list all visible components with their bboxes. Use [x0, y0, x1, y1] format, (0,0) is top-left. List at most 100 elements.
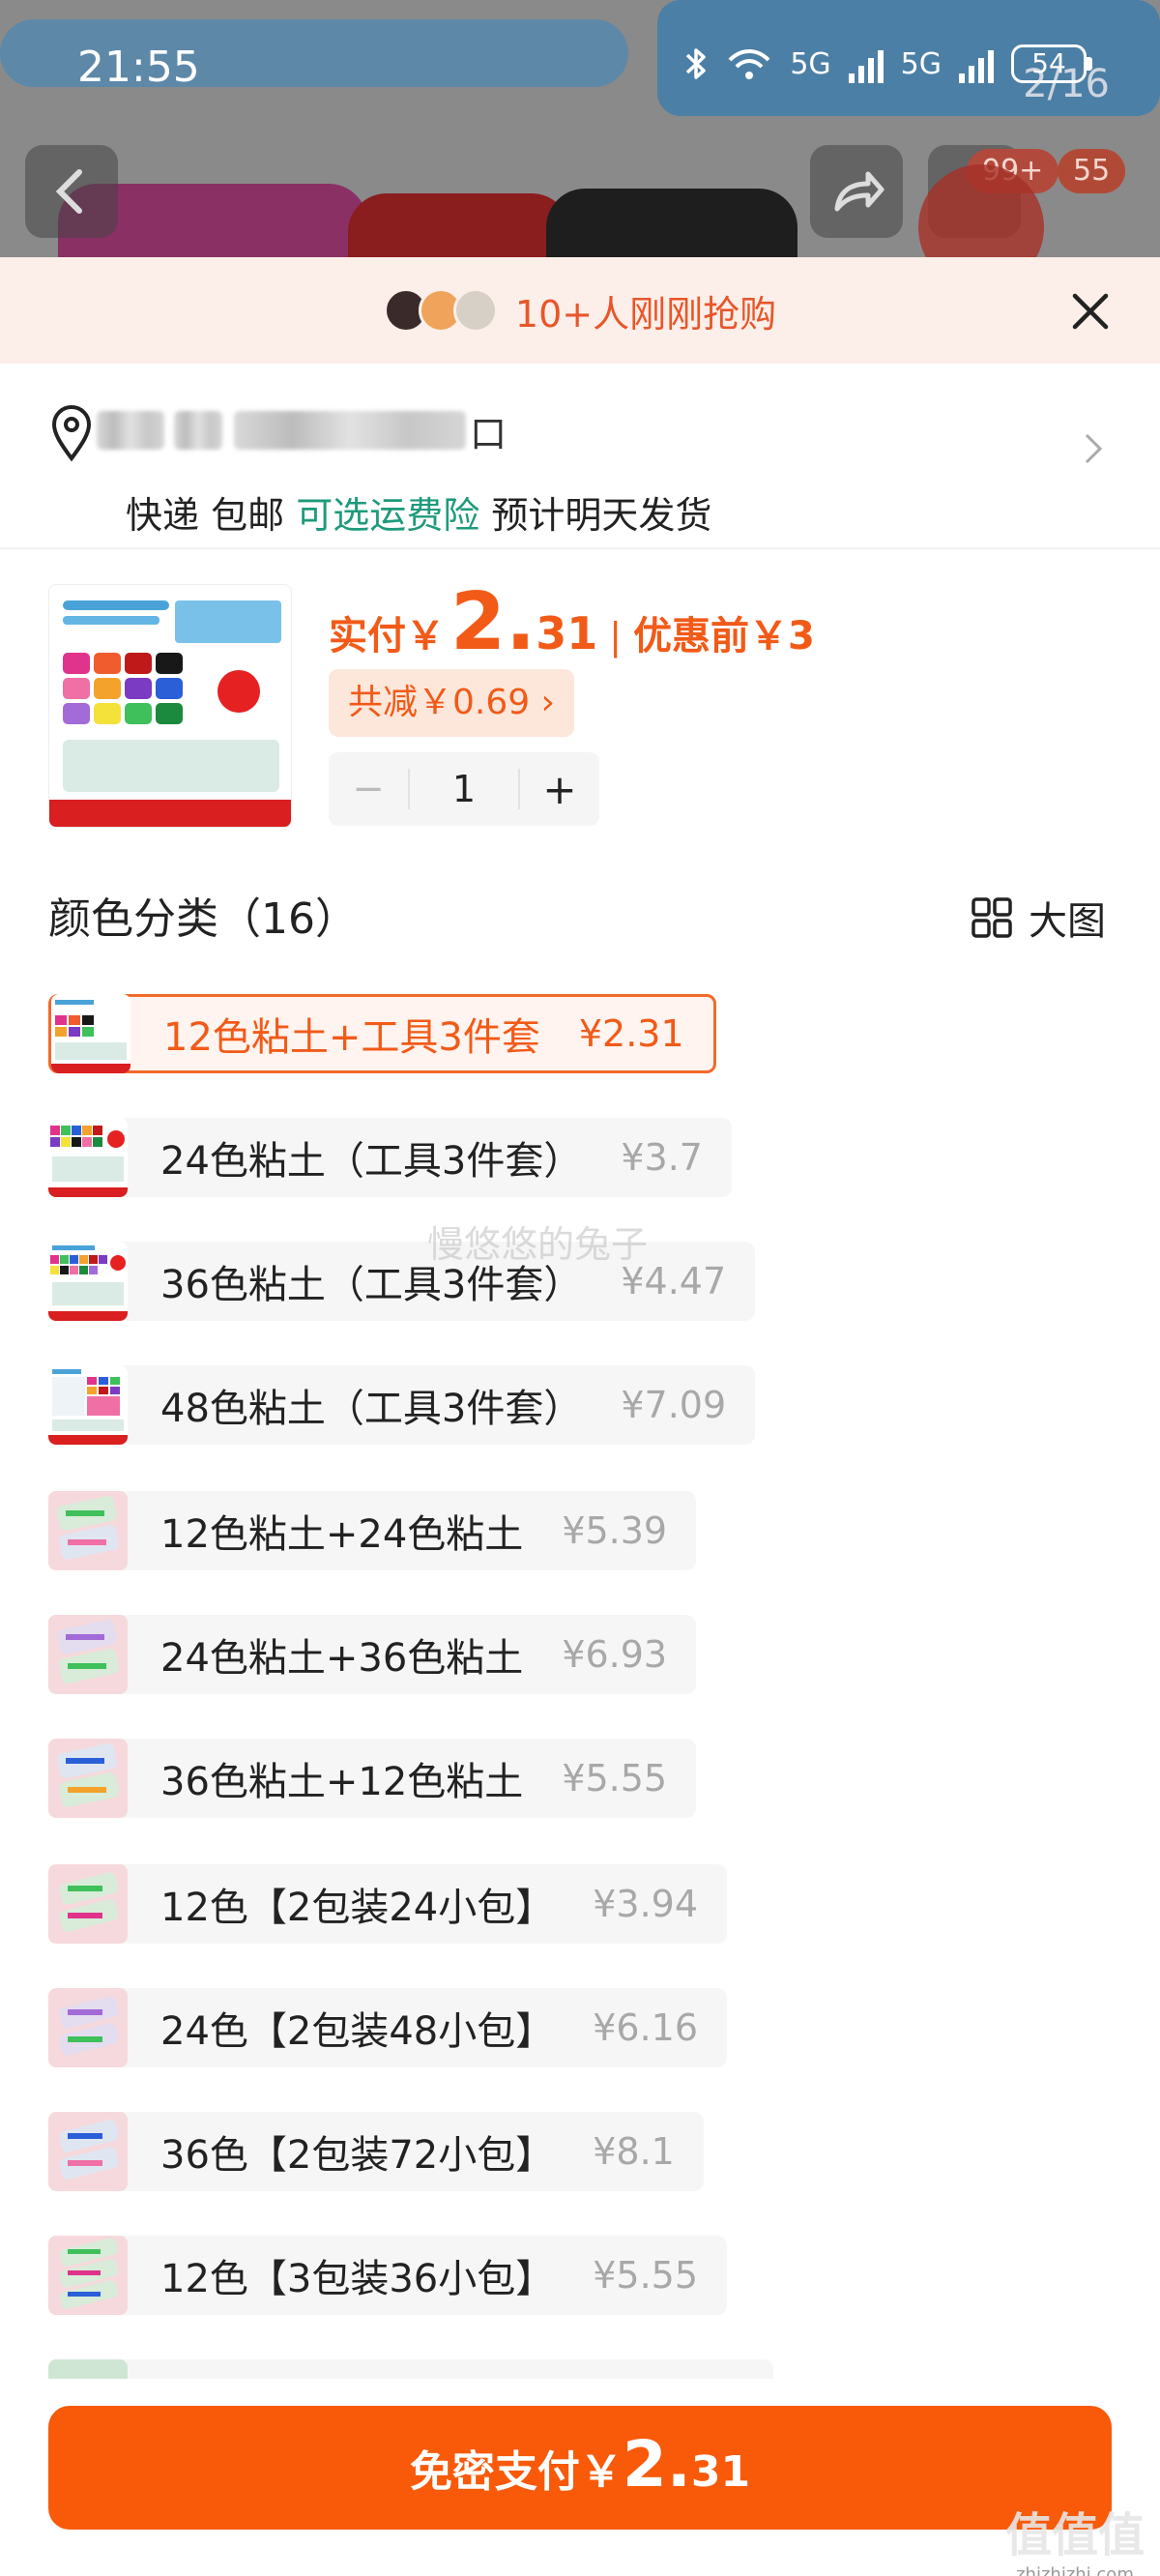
- product-thumbnail[interactable]: [48, 584, 292, 828]
- sku-label: 12色粘土+24色粘土: [160, 1512, 524, 1557]
- pay-label: 实付￥: [329, 614, 445, 659]
- signal-1-label: 5G: [790, 46, 831, 81]
- site-watermark-url: zhizhizhi.com: [1016, 2564, 1134, 2576]
- sku-label: 12色【3包装36小包】: [160, 2257, 555, 2301]
- quantity-value[interactable]: 1: [408, 769, 520, 809]
- sku-thumbnail: [48, 1864, 128, 1944]
- buyer-avatars: [383, 288, 498, 333]
- delivery-eta: 预计明天发货: [491, 494, 712, 537]
- sku-label: 36色【2包装72小包】: [160, 2133, 555, 2178]
- battery-icon: 54: [1011, 44, 1092, 83]
- user-watermark: 慢悠悠的兔子: [427, 1223, 649, 1266]
- color-category-title: 颜色分类（16）: [48, 894, 358, 944]
- price-separator: |: [609, 615, 623, 658]
- sku-price: ¥5.55: [593, 2254, 699, 2297]
- message-badge: 55: [1058, 149, 1126, 193]
- sku-thumbnail: [48, 2236, 128, 2315]
- big-view-toggle[interactable]: 大图: [971, 890, 1106, 946]
- close-icon[interactable]: [1063, 284, 1117, 338]
- sku-label: 24色【2包装48小包】: [160, 2009, 555, 2054]
- location-pin-icon: [51, 405, 92, 462]
- sku-price: ¥3.94: [593, 1883, 699, 1925]
- grid-icon: [972, 897, 1012, 938]
- back-arrow-icon: [55, 169, 82, 214]
- password-free-pay-button[interactable]: 免密支付￥ 2. 31: [48, 2406, 1112, 2530]
- sku-option[interactable]: 36色【2包装72小包】 ¥8.1: [48, 2112, 704, 2191]
- sku-option[interactable]: 12色粘土+24色粘土 ¥5.39: [48, 1491, 697, 1570]
- status-icons: 5G 5G 54: [683, 44, 1092, 83]
- sku-option[interactable]: 12色【3包装36小包】 ¥5.55: [48, 2236, 728, 2315]
- sku-thumbnail: [48, 1988, 128, 2067]
- sku-label: 12色粘土+工具3件套: [163, 1015, 540, 1060]
- sku-price: ¥8.1: [593, 2130, 675, 2173]
- avatar: [452, 288, 498, 333]
- big-view-label: 大图: [1029, 899, 1106, 944]
- sku-thumbnail: [48, 1491, 128, 1570]
- increase-button[interactable]: +: [520, 766, 599, 813]
- sku-label: 24色粘土+36色粘土: [160, 1636, 524, 1681]
- decrease-button[interactable]: −: [329, 767, 408, 811]
- discount-chip[interactable]: 共减￥0.69 ›: [329, 669, 574, 737]
- pay-button-decimal: 31: [690, 2447, 751, 2497]
- status-bar: 21:55 2/16 5G 5G 54: [0, 0, 1160, 135]
- signal-2-icon: [959, 44, 994, 83]
- sku-option[interactable]: 36色粘土+12色粘土 ¥5.55: [48, 1739, 697, 1818]
- sku-label: 36色粘土+12色粘土: [160, 1760, 524, 1804]
- address-text: 口: [97, 408, 512, 455]
- sku-option[interactable]: 48色粘土（工具3件套） ¥7.09: [48, 1365, 756, 1445]
- battery-level: 54: [1011, 44, 1087, 83]
- sku-option[interactable]: 12色【2包装24小包】 ¥3.94: [48, 1864, 728, 1944]
- bg-clay-red: [348, 193, 570, 257]
- signal-1-icon: [848, 44, 884, 83]
- price-line: 实付￥ 2. 31 | 优惠前￥3: [329, 576, 815, 668]
- share-button[interactable]: [810, 145, 903, 238]
- sku-label: 12色【2包装24小包】: [160, 1886, 555, 1930]
- sku-price: ¥6.16: [593, 2006, 699, 2049]
- site-watermark-logo: 值值值: [1004, 2508, 1145, 2562]
- sku-option[interactable]: 24色【2包装48小包】 ¥6.16: [48, 1988, 728, 2067]
- sku-thumbnail: [48, 2112, 128, 2191]
- quantity-stepper: − 1 +: [329, 752, 599, 826]
- delivery-shipping: 包邮: [211, 494, 285, 537]
- sku-thumbnail: [48, 1615, 128, 1694]
- wifi-icon: [728, 49, 770, 79]
- sku-price: ¥5.39: [562, 1509, 668, 1552]
- site-watermark: 值值值 zhizhizhi.com: [1005, 2497, 1145, 2576]
- sku-option[interactable]: 36色粘土（工具3件套） ¥4.47: [48, 1242, 756, 1321]
- sku-thumbnail: [48, 1365, 128, 1445]
- bg-clay-black: [546, 189, 798, 257]
- sku-selector-screen: 99+ 55 21:55 2/16 5G 5G 54 10+人刚刚抢购 口 快递…: [0, 0, 1160, 2576]
- signal-2-label: 5G: [900, 46, 942, 81]
- pay-button-prefix: 免密支付￥: [409, 2447, 623, 2497]
- sku-sheet: 10+人刚刚抢购 口 快递 包邮 可选运费险 预计明天发货 实付￥ 2. 31 …: [0, 257, 1160, 2576]
- sku-thumbnail: [48, 2359, 128, 2379]
- sku-option[interactable]: 12色粘土+工具3件套 ¥2.31: [48, 994, 716, 1073]
- chevron-right-icon: [1085, 433, 1103, 464]
- pay-price-integer: 2.: [450, 576, 536, 668]
- sku-price: ¥6.93: [562, 1633, 668, 1676]
- shipping-insurance-link[interactable]: 可选运费险: [296, 494, 479, 537]
- sku-thumbnail: [48, 1739, 128, 1818]
- buyers-banner: 10+人刚刚抢购: [0, 257, 1160, 364]
- address-tail: 口: [470, 412, 508, 455]
- address-row[interactable]: 口 快递 包邮 可选运费险 预计明天发货: [0, 364, 1160, 549]
- sku-thumbnail: [48, 1118, 128, 1197]
- pay-button-integer: 2.: [622, 2427, 691, 2502]
- sku-price: ¥2.31: [578, 1012, 684, 1055]
- sku-label: 24色粘土（工具3件套）: [160, 1139, 583, 1184]
- original-price: 优惠前￥3: [633, 614, 815, 659]
- blurred-address: [97, 411, 164, 450]
- delivery-info: 快递 包邮 可选运费险 预计明天发货: [126, 485, 711, 539]
- sku-price: ¥5.55: [562, 1757, 668, 1800]
- sku-option[interactable]: 24色粘土+36色粘土 ¥6.93: [48, 1615, 697, 1694]
- buyers-banner-text: 10+人刚刚抢购: [514, 292, 777, 336]
- sku-price: ¥3.7: [621, 1136, 703, 1179]
- product-image: [49, 585, 291, 827]
- sku-thumbnail: [48, 1242, 128, 1321]
- delivery-method: 快递: [126, 494, 200, 537]
- sku-price: ¥7.09: [621, 1384, 727, 1426]
- sku-option[interactable]: 24色粘土（工具3件套） ¥3.7: [48, 1118, 732, 1197]
- sku-thumbnail: [51, 994, 130, 1073]
- back-button[interactable]: [25, 145, 118, 238]
- bluetooth-icon: [686, 48, 707, 79]
